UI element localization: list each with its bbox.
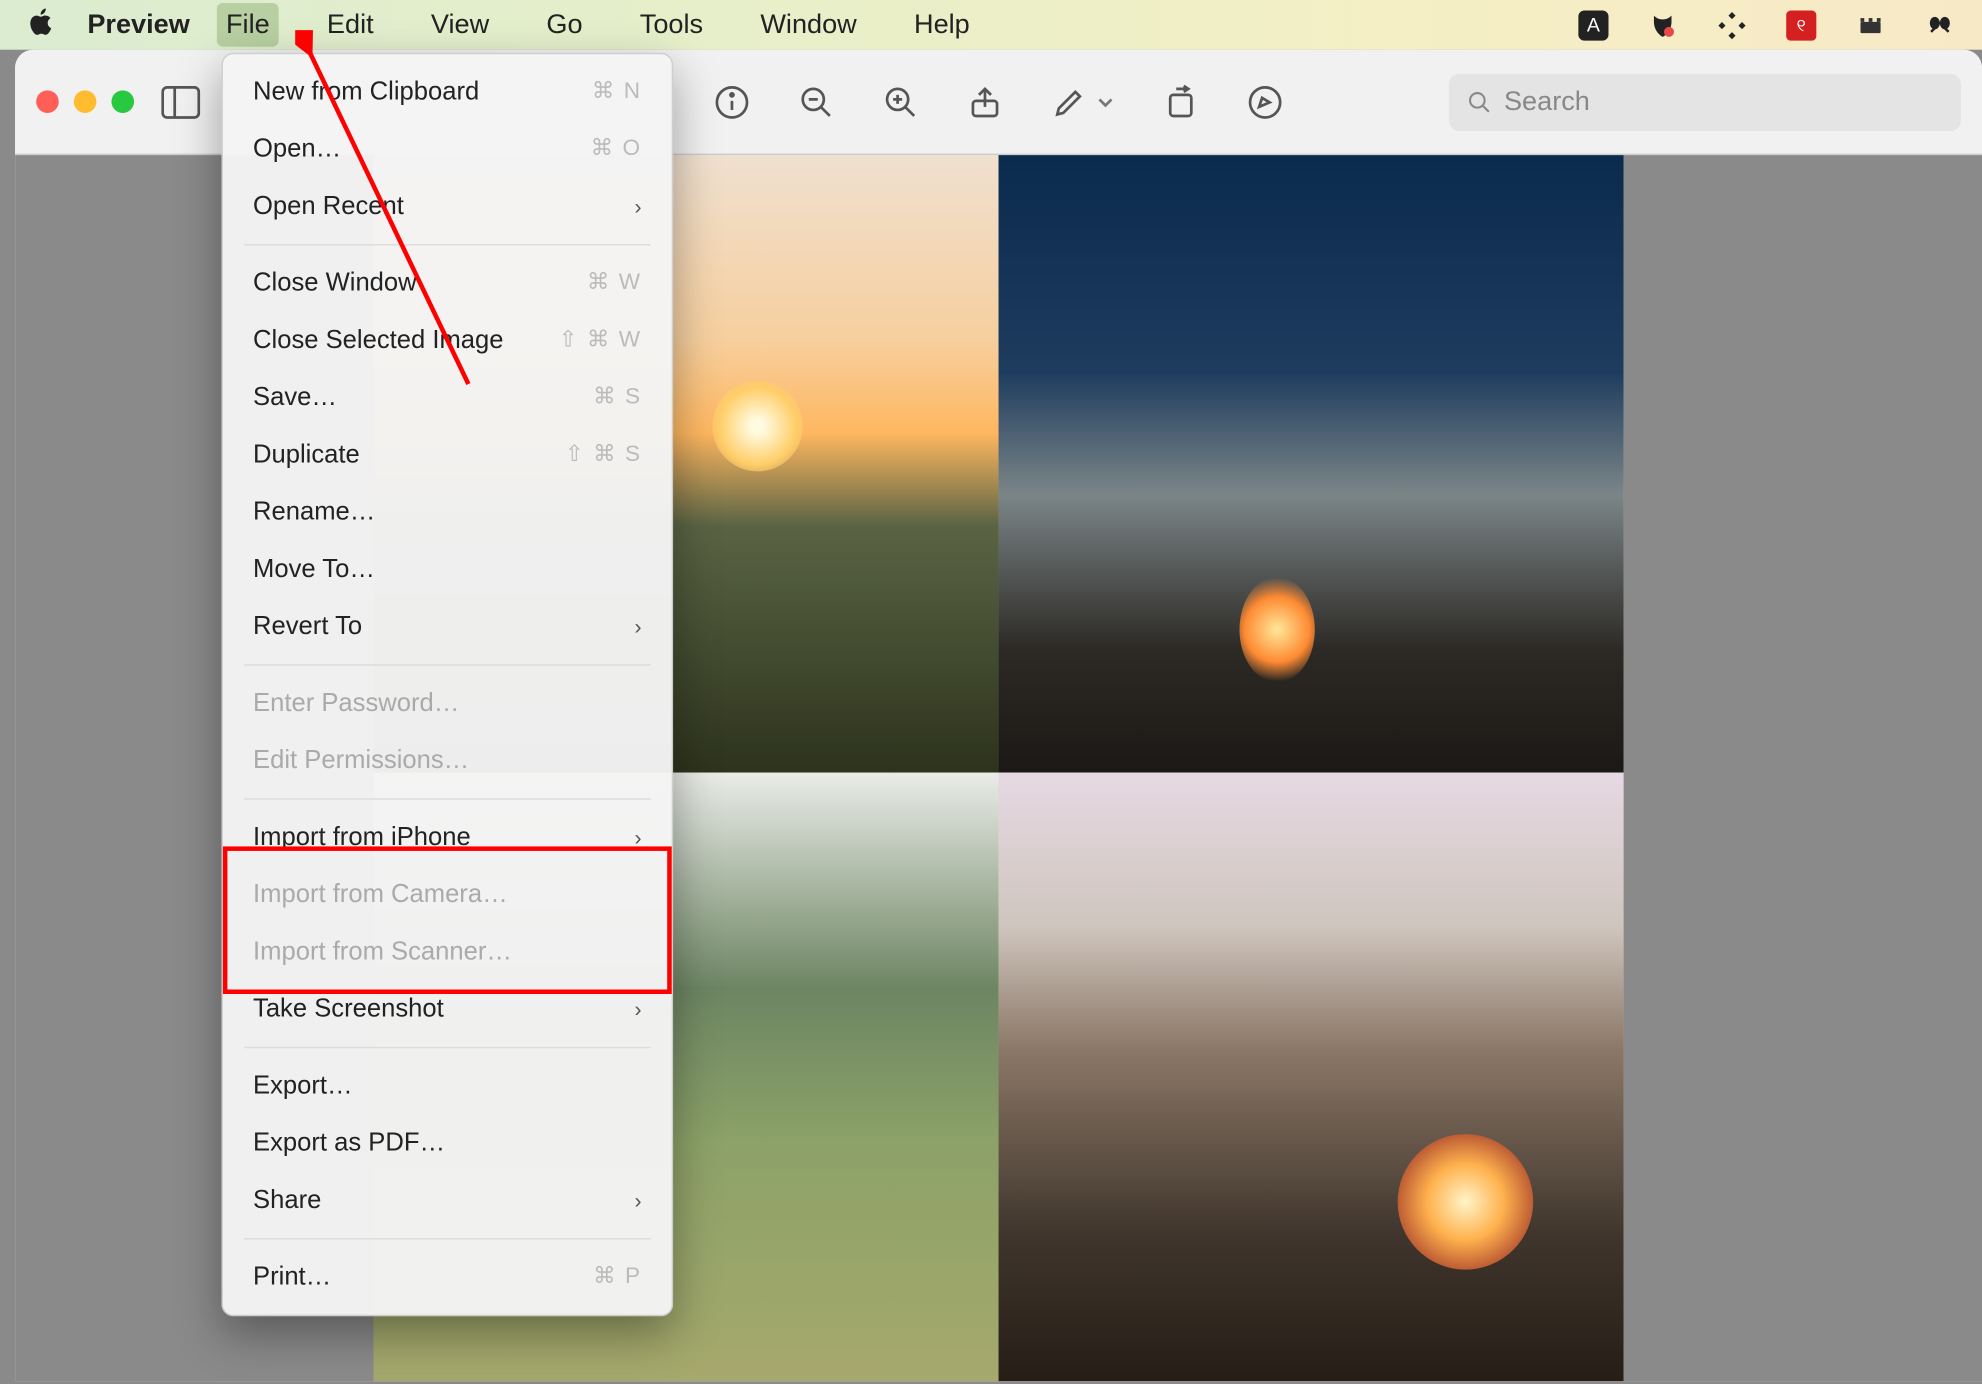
app-name[interactable]: Preview <box>87 9 189 41</box>
menu-import-camera: Import from Camera… <box>223 866 672 923</box>
menu-edit-permissions: Edit Permissions… <box>223 732 672 789</box>
menu-export[interactable]: Export… <box>223 1057 672 1114</box>
file-menu-dropdown: New from Clipboard⌘ N Open…⌘ O Open Rece… <box>221 53 673 1317</box>
minimize-window-button[interactable] <box>74 90 97 113</box>
menu-new-from-clipboard[interactable]: New from Clipboard⌘ N <box>223 63 672 120</box>
menu-save[interactable]: Save…⌘ S <box>223 369 672 426</box>
menu-import-iphone[interactable]: Import from iPhone› <box>223 809 672 866</box>
tray-icon-3[interactable] <box>1717 10 1747 40</box>
markup-icon[interactable] <box>1050 82 1089 121</box>
rotate-icon[interactable] <box>1161 82 1200 121</box>
menu-edit[interactable]: Edit <box>318 3 383 47</box>
separator <box>244 1047 651 1049</box>
separator <box>244 664 651 666</box>
menu-share[interactable]: Share› <box>223 1172 672 1229</box>
menu-go[interactable]: Go <box>537 3 591 47</box>
fullscreen-window-button[interactable] <box>111 90 134 113</box>
chevron-right-icon: › <box>635 1178 642 1223</box>
image-thumbnail-4[interactable] <box>999 773 1624 1381</box>
menu-import-scanner: Import from Scanner… <box>223 923 672 980</box>
search-icon <box>1467 88 1492 115</box>
zoom-in-icon[interactable] <box>881 82 920 121</box>
menu-open-recent[interactable]: Open Recent› <box>223 178 672 235</box>
tray-icon-5[interactable] <box>1855 10 1885 40</box>
menu-rename[interactable]: Rename… <box>223 483 672 540</box>
menu-help[interactable]: Help <box>905 3 979 47</box>
info-icon[interactable] <box>712 82 751 121</box>
menu-take-screenshot[interactable]: Take Screenshot› <box>223 980 672 1037</box>
menu-print[interactable]: Print…⌘ P <box>223 1249 672 1306</box>
menu-open[interactable]: Open…⌘ O <box>223 120 672 177</box>
edit-toolbar-icon[interactable] <box>1246 82 1285 121</box>
menu-close-selected-image[interactable]: Close Selected Image⇧ ⌘ W <box>223 312 672 369</box>
search-field[interactable] <box>1449 73 1961 130</box>
menu-file[interactable]: File <box>217 3 279 47</box>
sidebar-toggle-icon[interactable] <box>161 82 200 121</box>
markup-dropdown-chevron-icon[interactable] <box>1095 82 1116 121</box>
menu-tools[interactable]: Tools <box>631 3 712 47</box>
menu-enter-password: Enter Password… <box>223 675 672 732</box>
menu-window[interactable]: Window <box>751 3 866 47</box>
chevron-right-icon: › <box>635 184 642 229</box>
menu-close-window[interactable]: Close Window⌘ W <box>223 255 672 312</box>
separator <box>244 1238 651 1240</box>
chevron-right-icon: › <box>635 986 642 1031</box>
traffic-lights <box>36 90 134 113</box>
zoom-out-icon[interactable] <box>797 82 836 121</box>
search-input[interactable] <box>1504 86 1943 118</box>
close-window-button[interactable] <box>36 90 59 113</box>
chevron-right-icon: › <box>635 815 642 860</box>
tray-icon-4[interactable]: ୧ <box>1786 10 1816 40</box>
system-tray: A ୧ <box>1578 10 1955 40</box>
menu-export-pdf[interactable]: Export as PDF… <box>223 1114 672 1171</box>
menu-move-to[interactable]: Move To… <box>223 541 672 598</box>
menu-duplicate[interactable]: Duplicate⇧ ⌘ S <box>223 426 672 483</box>
system-menubar: Preview File Edit View Go Tools Window H… <box>0 0 1982 50</box>
separator <box>244 798 651 800</box>
menu-revert-to[interactable]: Revert To› <box>223 598 672 655</box>
tray-icon-2[interactable] <box>1648 10 1678 40</box>
apple-menu-icon[interactable] <box>27 6 60 44</box>
tray-icon-6[interactable] <box>1925 10 1955 40</box>
separator <box>244 244 651 246</box>
image-thumbnail-2[interactable] <box>999 155 1624 772</box>
menu-view[interactable]: View <box>422 3 498 47</box>
chevron-right-icon: › <box>635 604 642 649</box>
share-icon[interactable] <box>965 82 1004 121</box>
tray-icon-1[interactable]: A <box>1578 10 1608 40</box>
